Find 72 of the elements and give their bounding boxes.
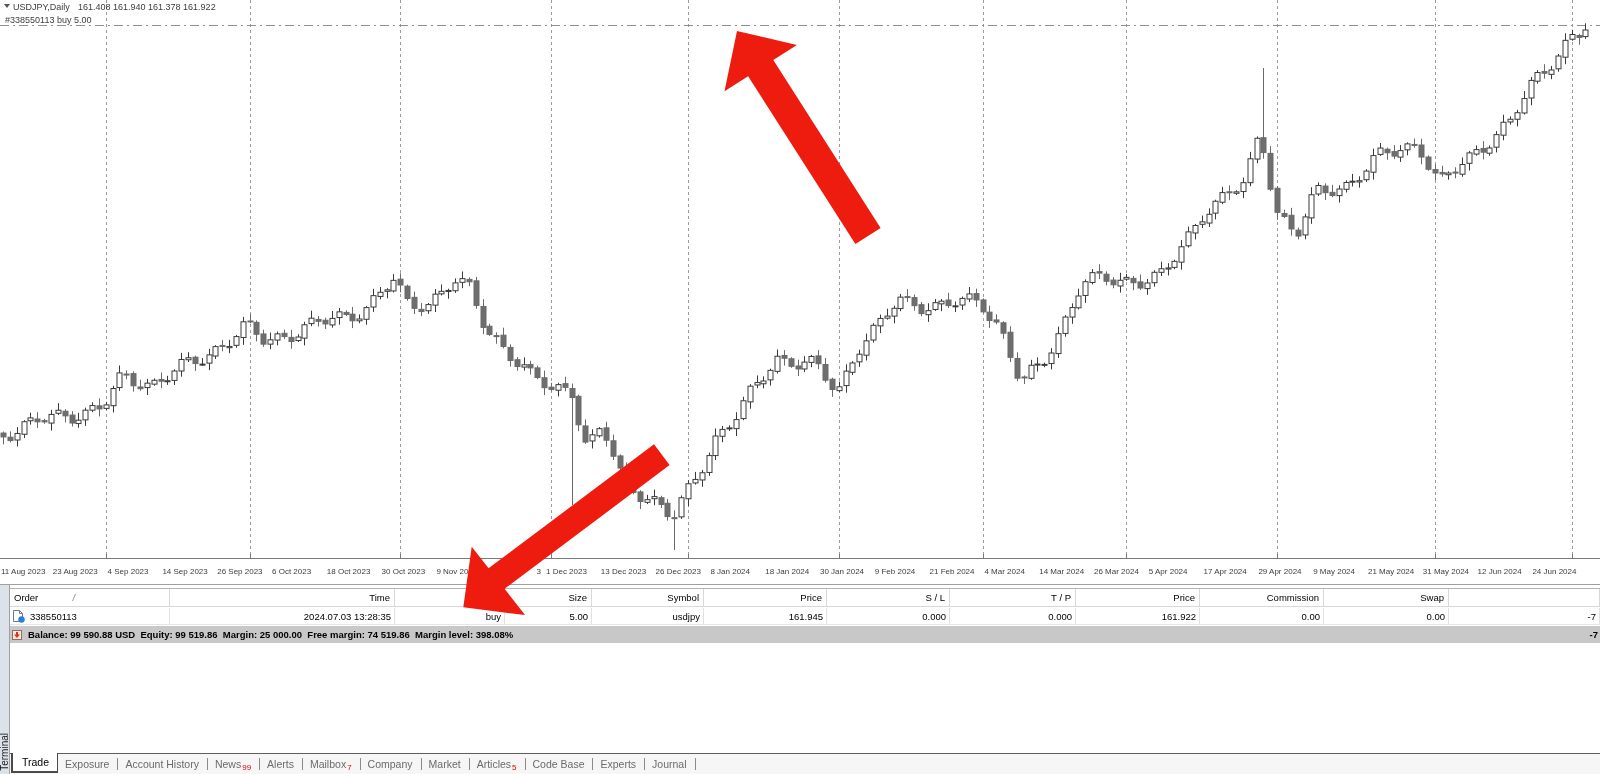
unread-count: 7 — [347, 764, 352, 772]
axis-date-label: 26 Dec 2023 — [655, 567, 701, 576]
table-cell: usdjpy — [672, 610, 700, 622]
tab[interactable]: Alerts — [260, 758, 303, 770]
axis-date-label: 29 Apr 2024 — [1258, 567, 1302, 576]
column-header[interactable]: Symbol — [667, 592, 699, 603]
axis-date-label: 18 Oct 2023 — [326, 567, 371, 576]
tab[interactable]: Exposure — [58, 758, 119, 770]
tab[interactable]: Code Base — [525, 758, 594, 770]
tab[interactable]: Trade — [11, 753, 59, 773]
column-header[interactable]: T / P — [1051, 592, 1071, 603]
axis-date-label: 21 Feb 2024 — [929, 567, 975, 576]
tab[interactable]: Company — [360, 758, 422, 770]
column-header[interactable]: Commission — [1266, 592, 1319, 603]
axis-date-label: 24 Jun 2024 — [1532, 567, 1577, 576]
axis-date-label: 31 May 2024 — [1422, 567, 1470, 576]
table-cell: 0.00 — [1301, 610, 1320, 622]
column-header[interactable]: S / L — [925, 592, 945, 603]
total-value: -7 — [1589, 629, 1599, 640]
table-cell: 0.00 — [1426, 610, 1445, 622]
axis-date-label: 21 May 2024 — [1368, 567, 1415, 576]
axis-date-label: 8 Jan 2024 — [710, 567, 750, 576]
axis-date-label: 1 Dec 2023 — [546, 567, 587, 576]
account-summary: Balance: 99 590.88 USD Equity: 99 519.86 Margin: 25 000.00 Free margin: 74 519.86 Margin level: 398.08% — [28, 629, 514, 640]
axis-date-label: 30 Oct 2023 — [381, 567, 426, 576]
axis-date-label: 26 Mar 2024 — [1094, 567, 1139, 576]
table-cell: 0.000 — [1048, 610, 1072, 622]
document-icon — [13, 609, 25, 623]
axis-date-label: 14 Sep 2023 — [162, 567, 208, 576]
column-header[interactable]: Order — [14, 592, 39, 603]
table-cell: 338550113 — [30, 610, 77, 622]
axis-date-label: 5 Apr 2024 — [1148, 567, 1188, 576]
table-cell: 161.945 — [788, 610, 823, 622]
axis-date-label: 4 Sep 2023 — [107, 567, 149, 576]
axis-date-label: 30 Jan 2024 — [820, 567, 865, 576]
axis-date-label: 6 Oct 2023 — [272, 567, 312, 576]
unread-count: 5 — [512, 764, 517, 772]
axis-date-label: 23 Aug 2023 — [52, 567, 98, 576]
caret-icon — [4, 4, 10, 8]
down-arrow-icon — [12, 629, 22, 640]
column-header[interactable]: Price — [800, 592, 822, 603]
column-header[interactable]: Size — [568, 592, 587, 603]
axis-date-label: 26 Sep 2023 — [217, 567, 263, 576]
axis-date-label: 17 Apr 2024 — [1203, 567, 1247, 576]
table-cell: buy — [485, 610, 501, 622]
table-cell: 2024.07.03 13:28:35 — [303, 610, 391, 622]
axis-date-label: 12 Jun 2024 — [1477, 567, 1522, 576]
axis-date-label: 4 Mar 2024 — [984, 567, 1025, 576]
axis-date-label: 18 Jan 2024 — [765, 567, 810, 576]
tab[interactable]: Journal — [645, 758, 696, 770]
axis-date-label: 9 Feb 2024 — [874, 567, 916, 576]
order-line-label: #338550113 buy 5.00 — [5, 14, 92, 25]
tab[interactable]: Market — [421, 758, 470, 770]
sort-icon — [72, 594, 77, 601]
column-header[interactable]: Price — [1173, 592, 1195, 603]
axis-date-label: 9 May 2024 — [1313, 567, 1355, 576]
table-cell: 5.00 — [569, 610, 588, 622]
tab[interactable]: Account History — [118, 758, 208, 770]
chart-symbol: USDJPY,Daily — [13, 2, 70, 12]
table-cell: -7 — [1587, 610, 1596, 622]
axis-date-label: 14 Mar 2024 — [1039, 567, 1085, 576]
price-values: 161.408 161.940 161.378 161.922 — [78, 2, 216, 12]
column-header[interactable]: Swap — [1420, 592, 1444, 603]
unread-count: 99 — [242, 764, 252, 772]
axis-date-label: 9 Nov 20 — [436, 567, 469, 576]
tab[interactable]: Experts — [593, 758, 646, 770]
axis-date-label: 3 — [536, 567, 541, 576]
axis-date-label: 11 Aug 2023 — [1, 567, 46, 576]
axis-date-label: 13 Dec 2023 — [600, 567, 647, 576]
column-header[interactable]: Time — [369, 592, 390, 603]
table-cell: 0.000 — [922, 610, 946, 622]
table-cell: 161.922 — [1161, 610, 1196, 622]
